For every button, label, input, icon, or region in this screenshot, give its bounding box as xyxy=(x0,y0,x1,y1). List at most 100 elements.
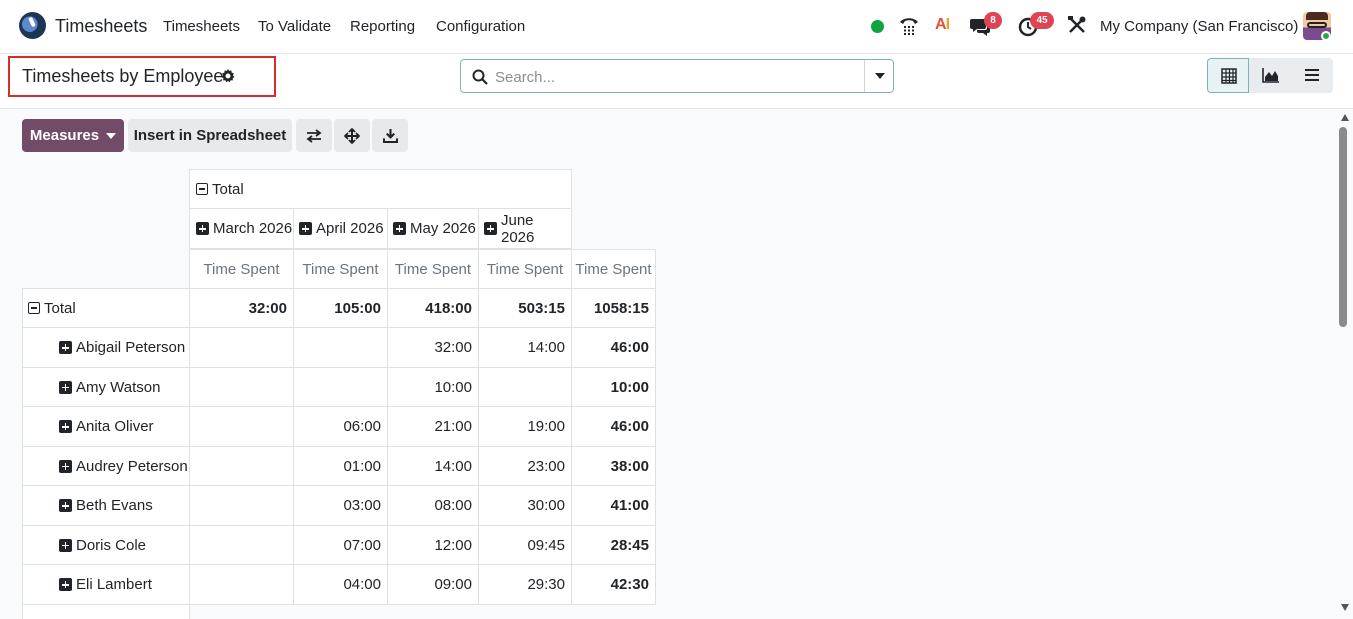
row-header-employee[interactable] xyxy=(22,605,190,619)
menu-timesheets[interactable]: Timesheets xyxy=(163,18,240,35)
row-header-total[interactable]: Total xyxy=(22,288,190,328)
presence-status-icon[interactable] xyxy=(871,20,884,33)
pivot-view-button[interactable] xyxy=(1207,58,1249,93)
menu-reporting[interactable]: Reporting xyxy=(350,18,415,35)
top-navbar: Timesheets Timesheets To Validate Report… xyxy=(0,0,1353,54)
total-cell[interactable]: 503:15 xyxy=(479,288,572,328)
search-bar xyxy=(460,59,894,93)
graph-view-button[interactable] xyxy=(1249,58,1291,93)
value-cell[interactable]: 03:00 xyxy=(294,486,388,526)
expand-icon xyxy=(59,380,72,394)
value-cell[interactable]: 14:00 xyxy=(479,328,572,368)
value-cell[interactable]: 32:00 xyxy=(388,328,479,368)
app-logo-icon[interactable] xyxy=(19,12,46,39)
expand-icon xyxy=(393,222,406,235)
value-cell[interactable]: 19:00 xyxy=(479,407,572,447)
phone-icon[interactable] xyxy=(898,15,920,37)
value-cell[interactable] xyxy=(294,368,388,407)
measure-header[interactable]: Time Spent xyxy=(189,249,294,289)
measure-header[interactable]: Time Spent xyxy=(294,249,388,289)
expand-icon xyxy=(299,222,312,235)
ai-icon[interactable]: AI xyxy=(935,16,950,34)
measure-header[interactable]: Time Spent xyxy=(572,249,656,289)
col-header-may-2026[interactable]: May 2026 xyxy=(388,209,479,249)
value-cell[interactable] xyxy=(294,328,388,368)
expand-icon xyxy=(59,578,72,591)
expand-icon xyxy=(196,222,209,235)
value-cell[interactable]: 09:45 xyxy=(479,526,572,565)
scroll-thumb[interactable] xyxy=(1339,127,1347,327)
expand-icon xyxy=(59,538,72,552)
value-cell[interactable]: 08:00 xyxy=(388,486,479,526)
flip-axis-button[interactable] xyxy=(296,119,332,152)
row-header-employee[interactable]: Audrey Peterson xyxy=(22,447,190,486)
app-name[interactable]: Timesheets xyxy=(55,16,147,37)
measures-button[interactable]: Measures xyxy=(22,119,124,152)
value-cell[interactable]: 07:00 xyxy=(294,526,388,565)
row-total-cell[interactable]: 28:45 xyxy=(572,526,656,565)
collapse-icon xyxy=(28,302,40,314)
download-xlsx-button[interactable] xyxy=(372,119,408,152)
expand-icon xyxy=(484,222,497,235)
scroll-down-arrow-icon[interactable] xyxy=(1341,604,1349,611)
row-total-cell[interactable]: 42:30 xyxy=(572,565,656,605)
col-header-march-2026[interactable]: March 2026 xyxy=(189,209,294,249)
search-input[interactable] xyxy=(495,66,855,88)
expand-icon xyxy=(59,420,72,433)
col-header-april-2026[interactable]: April 2026 xyxy=(294,209,388,249)
value-cell[interactable]: 10:00 xyxy=(388,368,479,407)
value-cell[interactable] xyxy=(190,407,294,447)
measure-header[interactable]: Time Spent xyxy=(388,249,479,289)
scroll-up-arrow-icon[interactable] xyxy=(1341,114,1349,121)
value-cell[interactable] xyxy=(190,486,294,526)
messages-count-badge: 8 xyxy=(984,12,1002,29)
total-cell[interactable]: 418:00 xyxy=(388,288,479,328)
value-cell[interactable]: 01:00 xyxy=(294,447,388,486)
list-view-button[interactable] xyxy=(1291,58,1333,93)
value-cell[interactable]: 12:00 xyxy=(388,526,479,565)
value-cell[interactable]: 29:30 xyxy=(479,565,572,605)
row-header-employee[interactable]: Abigail Peterson xyxy=(22,328,190,368)
value-cell[interactable] xyxy=(190,526,294,565)
value-cell[interactable] xyxy=(479,368,572,407)
value-cell[interactable] xyxy=(190,447,294,486)
value-cell[interactable]: 06:00 xyxy=(294,407,388,447)
row-header-employee[interactable]: Anita Oliver xyxy=(22,407,190,447)
grand-total-cell[interactable]: 1058:15 xyxy=(572,288,656,328)
search-icon[interactable] xyxy=(472,69,488,85)
row-total-cell[interactable]: 46:00 xyxy=(572,328,656,368)
value-cell[interactable] xyxy=(190,565,294,605)
measure-header[interactable]: Time Spent xyxy=(479,249,572,289)
row-total-cell[interactable]: 10:00 xyxy=(572,368,656,407)
row-header-employee[interactable]: Doris Cole xyxy=(22,526,190,565)
col-group-header-total[interactable]: Total xyxy=(189,169,572,209)
value-cell[interactable] xyxy=(190,328,294,368)
expand-all-icon xyxy=(344,127,360,144)
row-header-employee[interactable]: Beth Evans xyxy=(22,486,190,526)
row-header-employee[interactable]: Amy Watson xyxy=(22,368,190,407)
insert-in-spreadsheet-button[interactable]: Insert in Spreadsheet xyxy=(128,119,292,152)
row-total-cell[interactable]: 41:00 xyxy=(572,486,656,526)
gear-icon[interactable] xyxy=(221,69,235,83)
col-header-june-2026[interactable]: June 2026 xyxy=(479,209,572,249)
company-switcher[interactable]: My Company (San Francisco) xyxy=(1100,18,1298,35)
search-options-toggle[interactable] xyxy=(864,60,894,92)
expand-all-button[interactable] xyxy=(334,119,370,152)
menu-to-validate[interactable]: To Validate xyxy=(258,18,331,35)
activities-count-badge: 45 xyxy=(1030,12,1054,29)
value-cell[interactable]: 14:00 xyxy=(388,447,479,486)
total-cell[interactable]: 32:00 xyxy=(190,288,294,328)
value-cell[interactable] xyxy=(190,368,294,407)
row-total-cell[interactable]: 46:00 xyxy=(572,407,656,447)
total-cell[interactable]: 105:00 xyxy=(294,288,388,328)
row-header-employee[interactable]: Eli Lambert xyxy=(22,565,190,605)
value-cell[interactable]: 23:00 xyxy=(479,447,572,486)
menu-configuration[interactable]: Configuration xyxy=(436,18,525,35)
value-cell[interactable]: 04:00 xyxy=(294,565,388,605)
value-cell[interactable]: 09:00 xyxy=(388,565,479,605)
row-total-cell[interactable]: 38:00 xyxy=(572,447,656,486)
vertical-scrollbar[interactable] xyxy=(1337,109,1353,619)
tools-icon[interactable] xyxy=(1067,15,1087,35)
value-cell[interactable]: 30:00 xyxy=(479,486,572,526)
value-cell[interactable]: 21:00 xyxy=(388,407,479,447)
